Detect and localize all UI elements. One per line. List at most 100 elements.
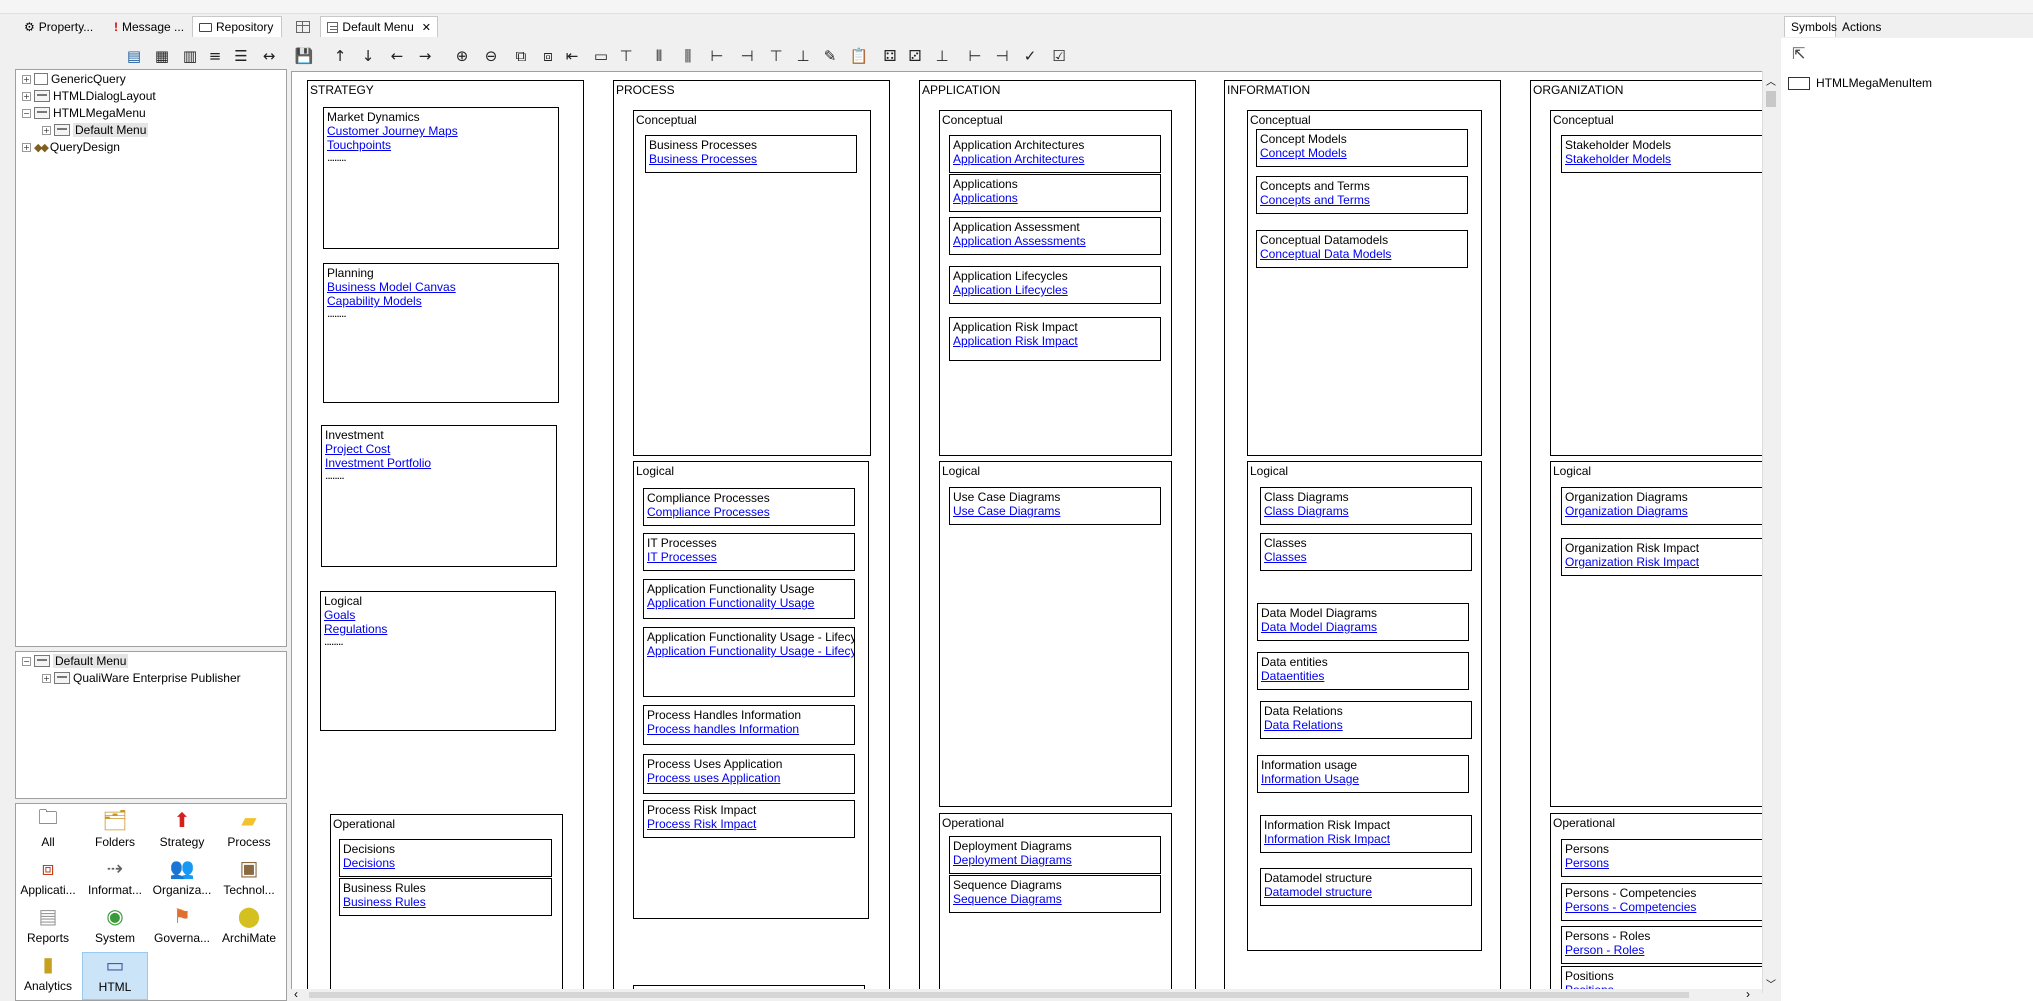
tab-message[interactable]: ! Message ... xyxy=(108,16,190,37)
card-organization-operational[interactable]: Persons - Roles Person - Roles xyxy=(1561,926,1763,964)
card-link[interactable]: Customer Journey Maps xyxy=(327,124,555,138)
card-link[interactable]: Organization Risk Impact xyxy=(1565,555,1763,569)
align-middle-icon[interactable]: ⫼ xyxy=(676,46,700,66)
zoom-out-icon[interactable]: ⊖ xyxy=(479,46,503,66)
palette-item-applicati[interactable]: ⧈ Applicati... xyxy=(15,856,81,904)
canvas-vertical-scrollbar[interactable]: ︿ ﹀ xyxy=(1762,71,1778,993)
card-link[interactable]: Conceptual Data Models xyxy=(1260,247,1464,261)
strategy-card[interactable]: Investment Project Cost Investment Portfol… xyxy=(321,425,557,567)
tree-item-htmlmegamenu[interactable]: − HTMLMegaMenu xyxy=(22,105,146,121)
arrow-left-icon[interactable]: ← xyxy=(385,46,409,66)
card-information-conceptual[interactable]: Concept Models Concept Models xyxy=(1256,129,1468,167)
checklist-icon[interactable]: ✓ xyxy=(1018,46,1042,66)
layout-toggle-button[interactable] xyxy=(290,16,316,37)
card-application-conceptual[interactable]: Application Architectures Application Arc… xyxy=(949,135,1161,173)
card-link[interactable]: Concepts and Terms xyxy=(1260,193,1464,207)
card-link[interactable]: Goals xyxy=(324,608,552,622)
card-link[interactable]: Regulations xyxy=(324,622,552,636)
palette-item-archimate[interactable]: ⬤ ArchiMate xyxy=(216,904,282,952)
card-link[interactable]: Project Cost xyxy=(325,442,553,456)
card-link[interactable]: Concept Models xyxy=(1260,146,1464,160)
card-information-logical[interactable]: Data Relations Data Relations xyxy=(1260,701,1472,739)
card-information-logical[interactable]: Information Risk Impact Information Risk … xyxy=(1260,815,1472,853)
clipboard-icon[interactable]: 📋 xyxy=(847,46,871,66)
card-link[interactable]: Information Usage xyxy=(1261,772,1465,786)
numbered-list-icon[interactable]: ≡ xyxy=(203,46,227,66)
card-information-logical[interactable]: Information usage Information Usage xyxy=(1257,755,1469,793)
align-top-icon[interactable]: ⊤ xyxy=(614,46,638,66)
card-link[interactable]: Business Rules xyxy=(343,895,548,909)
card-deployment-diagrams[interactable]: Deployment Diagrams Deployment Diagrams xyxy=(949,836,1161,874)
palette-item-folders[interactable]: 🗂 Folders xyxy=(82,808,148,856)
frame-icon[interactable]: ▭ xyxy=(589,46,613,66)
arrow-up-icon[interactable]: ↑ xyxy=(328,46,352,66)
scroll-thumb[interactable] xyxy=(1766,91,1776,107)
expand-icon[interactable]: + xyxy=(22,91,31,101)
hierarchy-icon[interactable]: ⊥ xyxy=(930,46,954,66)
h-scroll-thumb[interactable] xyxy=(309,992,1689,998)
expand-icon[interactable]: + xyxy=(42,125,51,135)
card-link[interactable]: Investment Portfolio xyxy=(325,456,553,470)
tab-default-menu[interactable]: Default Menu ✕ xyxy=(320,16,438,37)
scroll-left-icon[interactable]: ‹ xyxy=(294,987,298,1001)
card-link[interactable]: Application Functionality Usage - Lifecy… xyxy=(647,644,854,658)
ungroup-icon[interactable]: ⧈ xyxy=(536,46,560,66)
card-link[interactable]: Persons xyxy=(1565,856,1763,870)
tree-item-default-menu[interactable]: + Default Menu xyxy=(42,122,149,138)
card-link[interactable]: Deployment Diagrams xyxy=(953,853,1157,867)
card-link[interactable]: Information Risk Impact xyxy=(1264,832,1468,846)
card-application-conceptual[interactable]: Applications Applications xyxy=(949,174,1161,212)
card-link[interactable]: Process Risk Impact xyxy=(647,817,851,831)
tree-item-default-menu-root[interactable]: − Default Menu xyxy=(22,653,129,669)
canvas-horizontal-scrollbar[interactable]: ‹ › xyxy=(291,987,1762,1001)
card-process-logical[interactable]: IT Processes IT Processes xyxy=(643,533,855,571)
tab-property[interactable]: ⚙ Property... xyxy=(18,16,99,37)
card-link[interactable]: Application Functionality Usage xyxy=(647,596,851,610)
card-link[interactable]: Business Model Canvas xyxy=(327,280,555,294)
card-process-logical[interactable]: Process Risk Impact Process Risk Impact xyxy=(643,800,855,838)
card-business-rules[interactable]: Business Rules Business Rules xyxy=(339,878,552,916)
card-link[interactable]: Decisions xyxy=(343,856,548,870)
arrow-down-icon[interactable]: ↓ xyxy=(356,46,380,66)
card-link[interactable]: Stakeholder Models xyxy=(1565,152,1763,166)
palette-item-process[interactable]: ▰ Process xyxy=(216,808,282,856)
card-link[interactable]: Process handles Information xyxy=(647,722,851,736)
collapse-icon[interactable]: − xyxy=(22,108,31,118)
card-organization-operational[interactable]: Persons Persons xyxy=(1561,839,1763,877)
card-link[interactable]: Touchpoints xyxy=(327,138,555,152)
card-link[interactable]: Application Assessments xyxy=(953,234,1157,248)
palette-item-reports[interactable]: ▤ Reports xyxy=(15,904,81,952)
palette-item-all[interactable]: 🗀 All xyxy=(15,808,81,856)
card-process-logical[interactable]: Application Functionality Usage Applicati… xyxy=(643,579,855,619)
list-check-icon[interactable]: ☑ xyxy=(1047,46,1071,66)
card-link[interactable]: Data Relations xyxy=(1264,718,1468,732)
save-icon[interactable]: 💾 xyxy=(292,46,316,66)
close-icon[interactable]: ✕ xyxy=(422,21,431,34)
card-link[interactable]: Dataentities xyxy=(1261,669,1465,683)
zoom-in-icon[interactable]: ⊕ xyxy=(450,46,474,66)
card-decisions[interactable]: Decisions Decisions xyxy=(339,839,552,877)
strategy-card[interactable]: Market Dynamics Customer Journey Maps Touc… xyxy=(323,107,559,249)
align-left-icon[interactable]: ⊢ xyxy=(705,46,729,66)
card-use-case-diagrams[interactable]: Use Case Diagrams Use Case Diagrams xyxy=(949,487,1161,525)
card-link[interactable]: Compliance Processes xyxy=(647,505,851,519)
resize-icon[interactable]: ↔ xyxy=(257,46,281,66)
tree-layout-icon[interactable]: ⚃ xyxy=(878,46,902,66)
scroll-right-icon[interactable]: › xyxy=(1746,987,1750,1001)
expand-icon[interactable]: + xyxy=(22,74,31,84)
palette-item-html[interactable]: ▭ HTML xyxy=(82,952,148,1000)
collapse-icon[interactable]: − xyxy=(22,656,31,666)
palette-item-informat[interactable]: ⇢ Informat... xyxy=(82,856,148,904)
distribute-h-icon[interactable]: ⫴ xyxy=(647,46,671,66)
hierarchy-2-icon[interactable]: ⊢ xyxy=(963,46,987,66)
arrow-right-icon[interactable]: → xyxy=(413,46,437,66)
card-organization-diagrams[interactable]: Organization Diagrams Organization Diagra… xyxy=(1561,487,1763,525)
expand-icon[interactable]: + xyxy=(42,673,51,683)
card-stakeholder-models[interactable]: Stakeholder Models Stakeholder Models xyxy=(1561,135,1763,173)
card-sequence-diagrams[interactable]: Sequence Diagrams Sequence Diagrams xyxy=(949,875,1161,913)
image-icon[interactable]: ▥ xyxy=(178,46,202,66)
card-application-conceptual[interactable]: Application Risk Impact Application Risk … xyxy=(949,317,1161,361)
card-organization-risk-impact[interactable]: Organization Risk Impact Organization Ris… xyxy=(1561,538,1763,576)
tab-symbols[interactable]: Symbols xyxy=(1784,16,1837,37)
tree-layout-2-icon[interactable]: ⚂ xyxy=(903,46,927,66)
